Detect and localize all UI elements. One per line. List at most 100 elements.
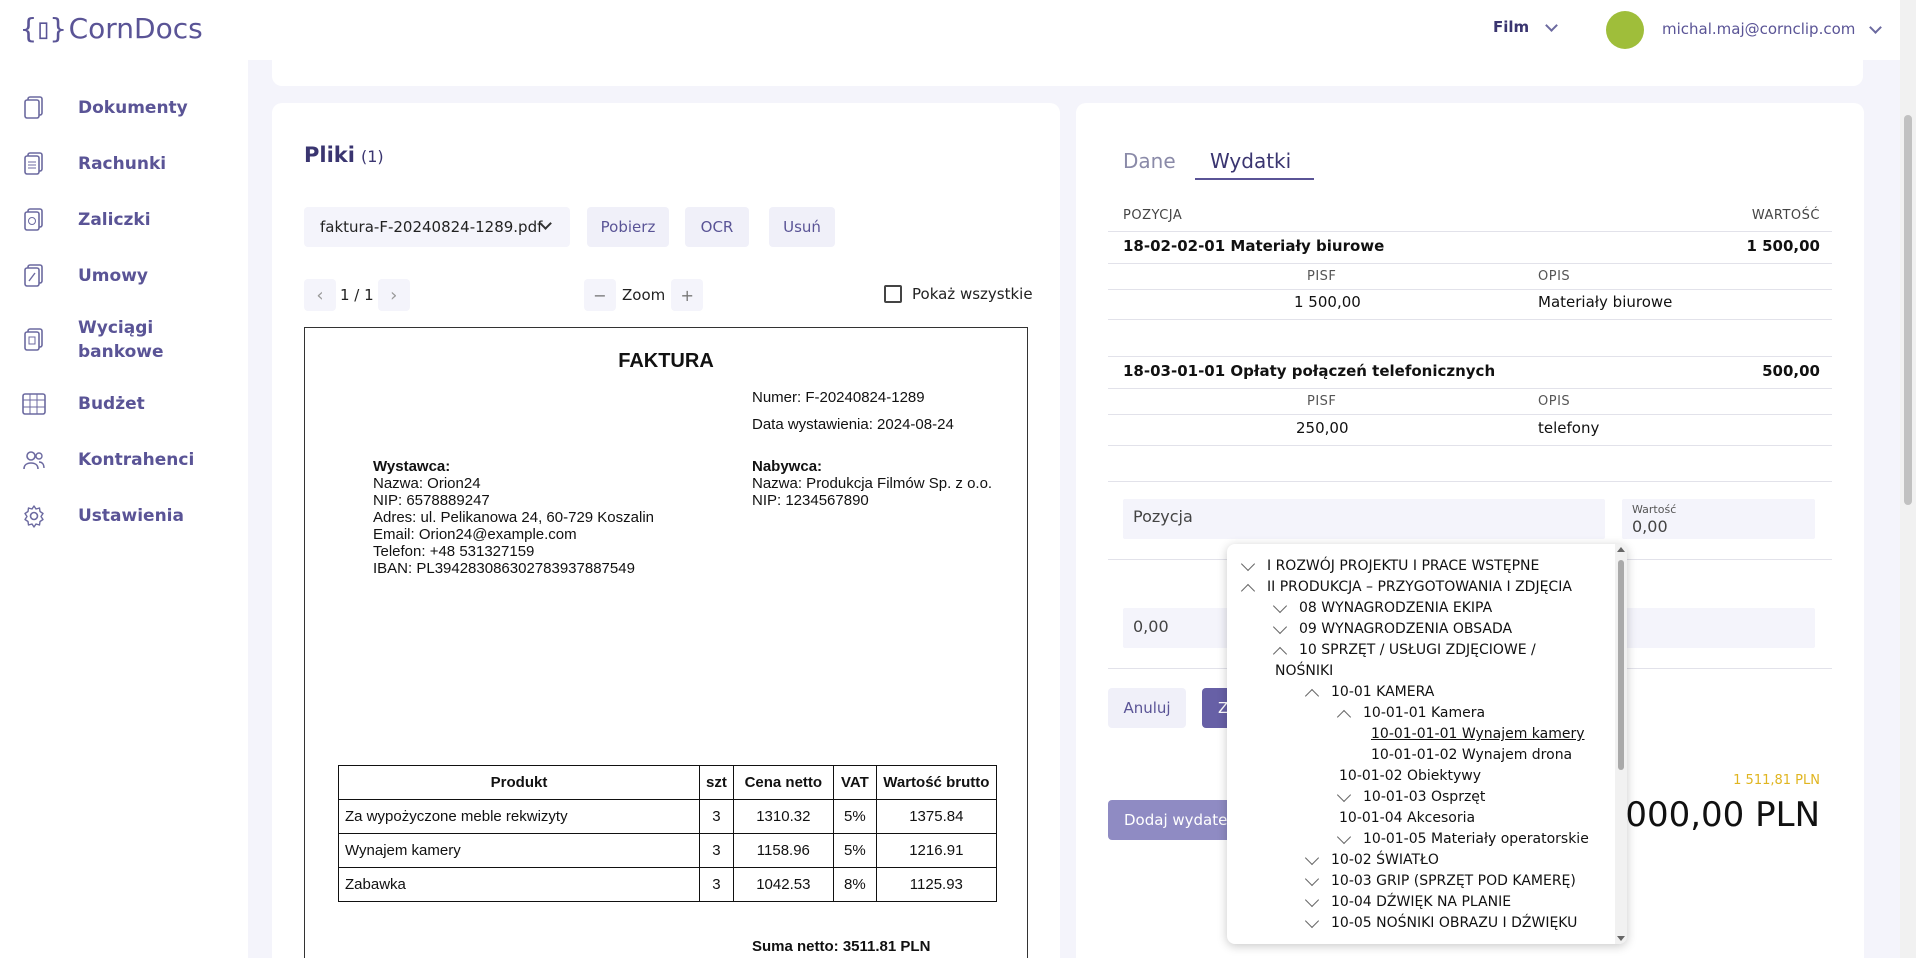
tree-item[interactable]: 10-04 DŹWIĘK NA PLANIE	[1304, 892, 1511, 913]
opis-header: OPIS	[1538, 269, 1571, 284]
gear-icon	[22, 504, 46, 528]
page-scrollbar[interactable]	[1900, 0, 1916, 958]
divider	[1108, 263, 1832, 264]
sidebar-item-budzet[interactable]: Budżet	[22, 392, 168, 416]
ocr-button[interactable]: OCR	[685, 207, 749, 247]
chevron-down-icon[interactable]	[1304, 871, 1320, 887]
tree-item-label: 10-01-01-01 Wynajem kamery	[1371, 726, 1585, 742]
show-all-toggle[interactable]: Pokaż wszystkie	[884, 285, 1033, 303]
project-select[interactable]: Film	[1493, 18, 1559, 36]
scroll-down-arrow-icon[interactable]	[1617, 936, 1625, 941]
tree-item-label: 10-01 KAMERA	[1331, 684, 1435, 700]
tree-item[interactable]: 09 WYNAGRODZENIA OBSADA	[1272, 619, 1513, 640]
tab-wydatki[interactable]: Wydatki	[1210, 149, 1291, 173]
sidebar-item-kontrahenci[interactable]: Kontrahenci	[22, 448, 194, 472]
project-name: Film	[1493, 18, 1530, 36]
files-title-text: Pliki	[304, 143, 355, 167]
tree-item-selected[interactable]: 10-01-01-01 Wynajem kamery	[1371, 724, 1585, 745]
chevron-down-icon[interactable]	[1304, 892, 1320, 908]
tree-item[interactable]: 10-01-01 Kamera	[1336, 703, 1486, 725]
chevron-up-icon[interactable]	[1336, 709, 1352, 725]
tree-item[interactable]: 10-01 KAMERA	[1304, 682, 1435, 704]
user-menu[interactable]: michal.maj@cornclip.com	[1662, 20, 1883, 38]
table-cell: Wynajem kamery	[338, 833, 700, 868]
tree-item[interactable]: 10-03 GRIP (SPRZĘT POD KAMERĘ)	[1304, 871, 1576, 892]
value-label: Wartość	[1632, 503, 1677, 516]
scroll-up-arrow-icon[interactable]	[1617, 547, 1625, 552]
tree-item[interactable]: 10-02 ŚWIATŁO	[1304, 850, 1439, 871]
chevron-down-icon[interactable]	[1304, 850, 1320, 866]
sidebar-item-wyciagi-bankowe[interactable]: Wyciągi bankowe	[22, 316, 168, 364]
expense-item-value: 1 500,00	[1746, 237, 1820, 255]
chevron-down-icon[interactable]	[1272, 598, 1288, 614]
tree-item[interactable]: 10-05 NOŚNIKI OBRAZU I DŹWIĘKU	[1304, 913, 1577, 934]
chevron-up-icon[interactable]	[1272, 646, 1288, 662]
chevron-down-icon[interactable]	[1336, 829, 1352, 845]
sidebar-item-ustawienia[interactable]: Ustawienia	[22, 504, 184, 528]
value-input[interactable]: Wartość 0,00	[1622, 499, 1815, 539]
tab-dane[interactable]: Dane	[1123, 149, 1176, 173]
table-cell: 5%	[832, 833, 877, 868]
next-page-button[interactable]: ›	[377, 279, 410, 311]
divider	[1108, 289, 1832, 290]
people-icon	[22, 448, 46, 472]
logo-text: CornDocs	[68, 12, 203, 45]
position-placeholder: Pozycja	[1133, 507, 1193, 526]
avatar[interactable]	[1606, 11, 1644, 49]
tree-scrollbar[interactable]	[1615, 544, 1627, 944]
chevron-down-icon[interactable]	[1336, 787, 1352, 803]
tree-item[interactable]: 10-01-02 Obiektywy	[1339, 766, 1481, 787]
sidebar-item-rachunki[interactable]: Rachunki	[22, 152, 168, 176]
corndocs-logo[interactable]: {▯} CornDocs	[20, 12, 203, 45]
tree-item[interactable]: I ROZWÓJ PROJEKTU I PRACE WSTĘPNE	[1240, 556, 1539, 577]
page-scroll-thumb[interactable]	[1904, 115, 1912, 505]
opis-value: telefony	[1538, 419, 1600, 437]
page-indicator: 1 / 1	[340, 286, 374, 304]
tree-item[interactable]: 10-01-04 Akcesoria	[1339, 808, 1475, 829]
tree-item[interactable]: 10-01-03 Osprzęt	[1336, 787, 1485, 808]
tree-item[interactable]: II PRODUKCJA – PRZYGOTOWANIA I ZDJĘCIA	[1240, 577, 1572, 599]
chevron-up-icon[interactable]	[1240, 583, 1256, 599]
pisf-header: PISF	[1307, 269, 1337, 284]
prev-page-button[interactable]: ‹	[304, 279, 336, 311]
expense-item-value: 500,00	[1762, 362, 1820, 380]
show-all-checkbox[interactable]	[884, 285, 902, 303]
tree-item[interactable]: 10 SPRZĘT / USŁUGI ZDJĘCIOWE /	[1272, 640, 1536, 662]
tree-item-label: 10-01-01 Kamera	[1363, 705, 1486, 721]
sidebar-item-umowy[interactable]: Umowy	[22, 264, 168, 288]
position-tree-dropdown[interactable]: I ROZWÓJ PROJEKTU I PRACE WSTĘPNE II PRO…	[1227, 544, 1627, 944]
invoice-title: FAKTURA	[618, 350, 714, 372]
download-button[interactable]: Pobierz	[587, 207, 669, 247]
zoom-out-button[interactable]: −	[584, 279, 616, 311]
chevron-up-icon[interactable]	[1304, 688, 1320, 704]
pdf-preview[interactable]: FAKTURA Numer: F-20240824-1289 Data wyst…	[304, 327, 1028, 958]
tree-item-continuation[interactable]: NOŚNIKI	[1275, 661, 1333, 682]
tree-item[interactable]: 10-01-05 Materiały operatorskie	[1336, 829, 1589, 850]
chevron-down-icon[interactable]	[1272, 619, 1288, 635]
cancel-button[interactable]: Anuluj	[1108, 688, 1186, 728]
expense-item-title[interactable]: 18-03-01-01 Opłaty połączeń telefoniczny…	[1123, 362, 1495, 380]
budget-table-icon	[22, 392, 46, 416]
sidebar-item-zaliczki[interactable]: Zaliczki	[22, 208, 168, 232]
value-value: 0,00	[1632, 517, 1668, 536]
tree-item[interactable]: 08 WYNAGRODZENIA EKIPA	[1272, 598, 1492, 619]
pisf-value: 1 500,00	[1294, 293, 1361, 311]
zoom-in-button[interactable]: +	[671, 279, 704, 311]
position-input[interactable]: Pozycja	[1123, 499, 1605, 539]
tree-item[interactable]: 10-01-01-02 Wynajem drona	[1371, 745, 1572, 766]
table-row: Zabawka 3 1042.53 8% 1125.93	[338, 867, 997, 902]
delete-button[interactable]: Usuń	[769, 207, 835, 247]
seller-line: Adres: ul. Pelikanowa 24, 60-729 Koszali…	[373, 509, 655, 526]
expense-item-title[interactable]: 18-02-02-01 Materiały biurowe	[1123, 237, 1384, 255]
sidebar-item-dokumenty[interactable]: Dokumenty	[22, 96, 188, 120]
receipt-icon	[22, 152, 46, 176]
tree-item-label: 09 WYNAGRODZENIA OBSADA	[1299, 621, 1513, 637]
seller-line: Telefon: +48 531327159	[373, 543, 535, 560]
file-select[interactable]: faktura-F-20240824-1289.pdf	[304, 207, 570, 247]
chevron-down-icon[interactable]	[1240, 556, 1256, 572]
chevron-down-icon[interactable]	[1304, 913, 1320, 929]
column-header: Produkt	[338, 765, 700, 800]
table-cell: 8%	[832, 867, 877, 902]
tree-scroll-thumb[interactable]	[1618, 560, 1624, 770]
divider	[1108, 231, 1832, 232]
